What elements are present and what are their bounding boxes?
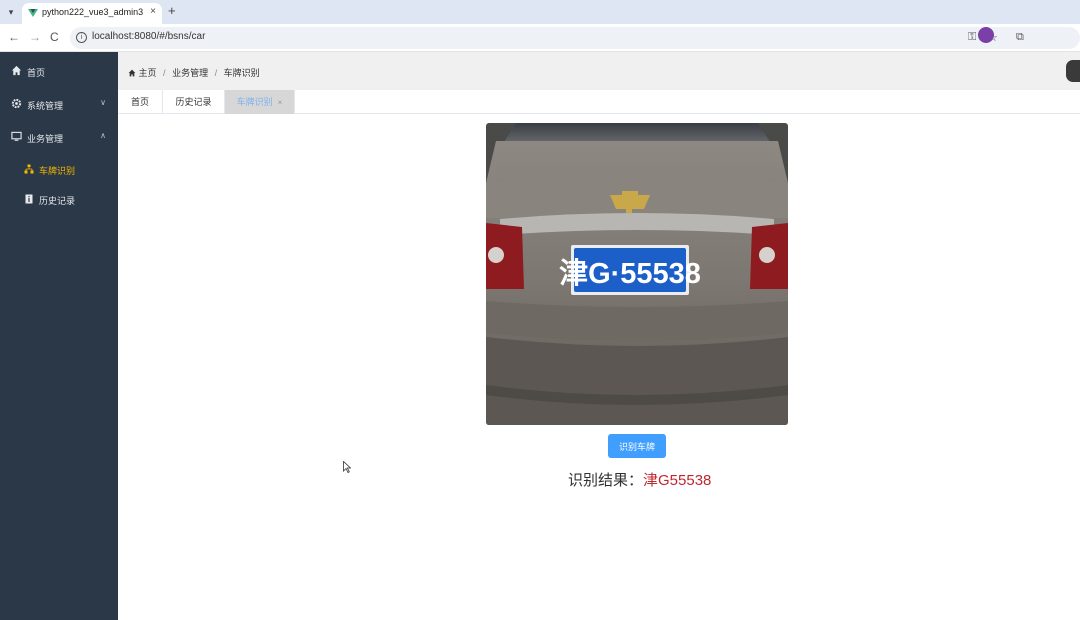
- monitor-icon: [11, 131, 22, 141]
- recognize-plate-button[interactable]: 识别车牌: [608, 434, 666, 458]
- recognition-result: 识别结果：津G55538: [568, 469, 711, 490]
- sidebar: 首页 系统管理 ∨ 业务管理 ∧ 车牌识别 历史记录: [0, 52, 118, 620]
- vue-favicon-icon: [28, 9, 38, 17]
- browser-tab[interactable]: python222_vue3_admin3 ×: [22, 3, 162, 24]
- chevron-up-icon: ∧: [100, 131, 106, 140]
- extensions-icon[interactable]: ⧉: [1016, 31, 1024, 44]
- gear-icon: [11, 98, 22, 109]
- tab-close-icon[interactable]: ×: [278, 98, 283, 107]
- info-icon: [25, 194, 33, 204]
- back-button[interactable]: ←: [8, 30, 20, 44]
- license-plate-text: 津G·55538: [559, 257, 701, 290]
- sidebar-subitem-label: 历史记录: [39, 196, 76, 206]
- car-photo: 津G·55538: [486, 123, 788, 425]
- new-tab-button[interactable]: +: [168, 4, 176, 18]
- result-value: 津G55538: [643, 472, 712, 489]
- tab-label: 历史记录: [175, 97, 212, 107]
- avatar[interactable]: [1066, 60, 1080, 82]
- sidebar-item-business[interactable]: 业务管理 ∧: [0, 120, 118, 154]
- breadcrumb-item-home[interactable]: 主页: [139, 68, 157, 78]
- sidebar-item-system[interactable]: 系统管理 ∨: [0, 87, 118, 121]
- address-bar: ← → C i localhost:8080/#/bsns/car ⚿ ☆ ⧉: [0, 24, 1080, 52]
- omnibox[interactable]: i localhost:8080/#/bsns/car ⚿ ☆ ⧉: [70, 27, 1080, 49]
- breadcrumb-item-business: 业务管理: [172, 68, 209, 78]
- sidebar-item-label: 业务管理: [27, 134, 64, 144]
- breadcrumb-item-current: 车牌识别: [223, 68, 260, 78]
- tab-search-icon[interactable]: ▾: [4, 5, 18, 19]
- mouse-cursor-icon: [343, 461, 351, 473]
- breadcrumb-separator: /: [163, 68, 166, 78]
- forward-button[interactable]: →: [29, 30, 41, 44]
- chevron-down-icon: ∨: [100, 98, 106, 107]
- page-tabs: 首页 历史记录 车牌识别 ×: [118, 90, 1080, 114]
- tab-plate-recognition[interactable]: 车牌识别 ×: [225, 90, 295, 114]
- sidebar-subitem-label: 车牌识别: [39, 166, 76, 176]
- sidebar-item-label: 系统管理: [27, 101, 64, 111]
- sidebar-subitem-history[interactable]: 历史记录: [0, 184, 118, 214]
- org-chart-icon: [24, 164, 34, 174]
- tab-label: 首页: [130, 97, 149, 107]
- browser-tabstrip: ▾ python222_vue3_admin3 × +: [0, 0, 1080, 24]
- site-info-icon[interactable]: i: [76, 32, 87, 43]
- tab-label: 车牌识别: [236, 97, 273, 107]
- tab-home[interactable]: 首页: [118, 90, 163, 114]
- reload-button[interactable]: C: [50, 30, 59, 44]
- breadcrumb-separator: /: [214, 68, 218, 78]
- sidebar-subitem-plate-recognition[interactable]: 车牌识别: [0, 154, 118, 184]
- home-icon: [128, 69, 136, 77]
- breadcrumb: 主页 / 业务管理 / 车牌识别: [128, 66, 260, 79]
- browser-tab-title: python222_vue3_admin3: [42, 7, 144, 17]
- home-icon: [11, 65, 22, 76]
- sidebar-item-home[interactable]: 首页: [0, 54, 118, 88]
- tab-close-icon[interactable]: ×: [150, 6, 156, 17]
- translate-icon[interactable]: ⚿: [968, 31, 976, 44]
- sidebar-item-label: 首页: [27, 68, 46, 78]
- result-label: 识别结果：: [568, 472, 644, 489]
- tab-history[interactable]: 历史记录: [163, 90, 225, 114]
- page-header: 主页 / 业务管理 / 车牌识别: [118, 52, 1080, 90]
- profile-avatar[interactable]: [978, 27, 994, 43]
- url-text[interactable]: localhost:8080/#/bsns/car: [92, 31, 205, 42]
